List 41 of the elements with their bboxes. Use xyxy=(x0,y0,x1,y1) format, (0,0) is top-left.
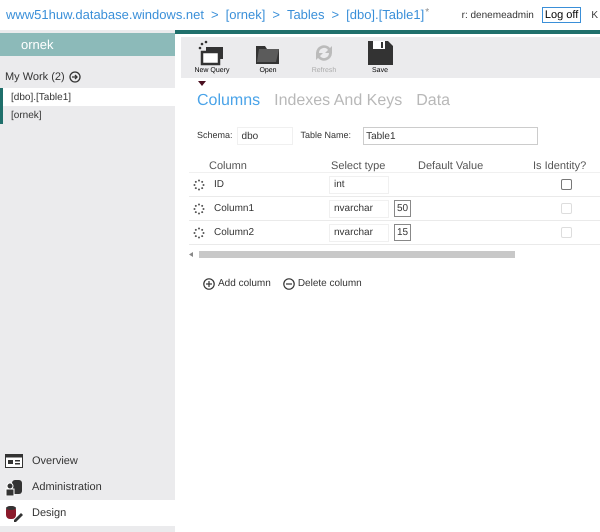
nav-item[interactable]: Design xyxy=(0,500,175,526)
identity-checkbox[interactable] xyxy=(560,179,572,190)
column-header: Column xyxy=(208,159,248,174)
table-name-field[interactable]: Table1 xyxy=(363,127,538,145)
loading-icon xyxy=(193,226,205,238)
column-header: Is Identity? xyxy=(532,159,588,174)
header-text: K xyxy=(591,8,598,22)
minus-circle-icon xyxy=(282,278,295,290)
action-link[interactable]: Delete column xyxy=(282,276,362,291)
field-label: Table Name: xyxy=(300,129,352,142)
action-link[interactable]: Add column xyxy=(203,276,271,291)
column-header: Select type xyxy=(330,159,386,174)
breadcrumb-separator: > xyxy=(332,6,340,24)
field-label: Schema: xyxy=(197,129,233,142)
my-work-heading: My Work (2) xyxy=(5,70,65,85)
table-cell-text: Column1 xyxy=(214,202,254,216)
table-cell-text: Column2 xyxy=(214,226,254,240)
nav-item[interactable]: Overview xyxy=(0,448,175,474)
loading-icon xyxy=(193,202,205,214)
database-title: ornek xyxy=(0,33,175,56)
arrow-circle-icon[interactable] xyxy=(68,71,81,83)
breadcrumb-separator: > xyxy=(272,6,280,24)
work-item[interactable]: [dbo].[Table1] xyxy=(0,88,175,106)
new-window-icon xyxy=(198,40,226,66)
schema-field[interactable]: dbo xyxy=(236,127,293,145)
scroll-left-icon[interactable] xyxy=(189,252,193,256)
horizontal-scrollbar[interactable] xyxy=(199,250,515,258)
database-pencil-icon xyxy=(5,504,23,522)
dashboard-icon xyxy=(5,454,23,468)
type-select[interactable]: int xyxy=(329,176,389,194)
user-name: r: denemeadmin xyxy=(462,8,534,22)
modified-mark: * xyxy=(425,6,430,20)
loading-icon xyxy=(193,178,205,190)
log-off-button[interactable]: Log off xyxy=(542,7,582,23)
breadcrumb-separator: > xyxy=(211,6,219,24)
database-person-icon xyxy=(5,478,23,496)
table-cell-text: ID xyxy=(214,178,224,192)
column-header: Default Value xyxy=(417,159,484,174)
nav-item[interactable]: Administration xyxy=(0,474,175,500)
caret-icon xyxy=(198,81,206,86)
plus-circle-icon xyxy=(203,278,215,290)
